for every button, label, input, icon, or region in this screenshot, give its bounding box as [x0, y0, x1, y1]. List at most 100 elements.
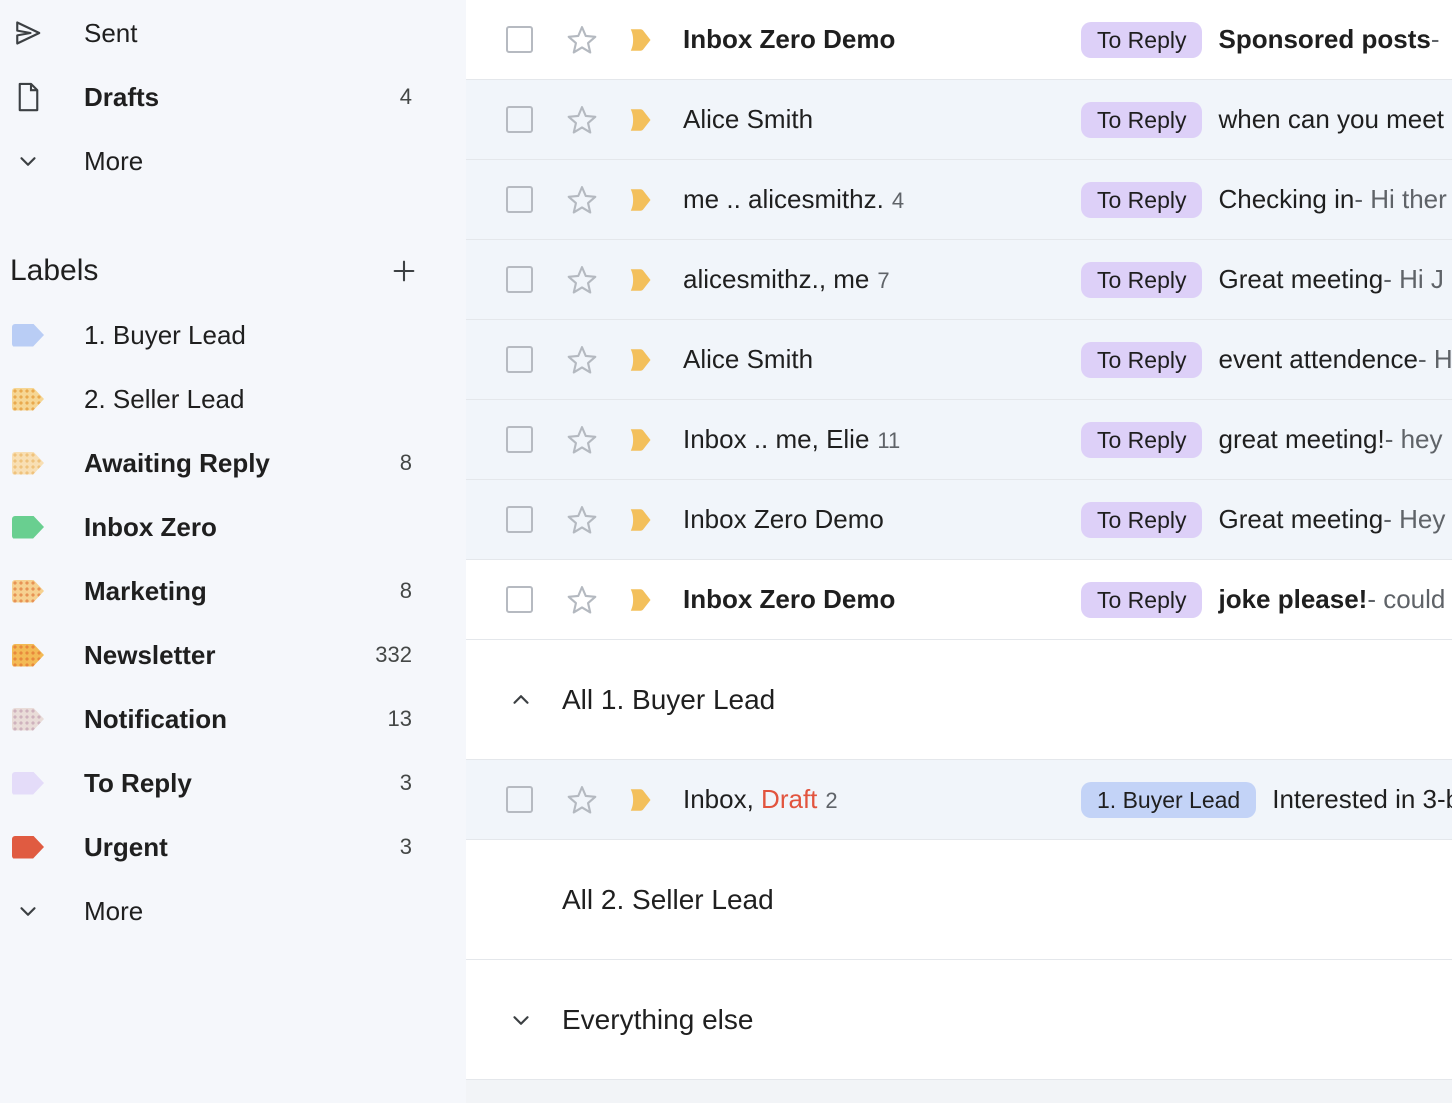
label-badge[interactable]: To Reply	[1081, 262, 1202, 298]
sender-text: Alice Smith	[683, 104, 1075, 135]
section-header-everything-else[interactable]: Everything else	[466, 960, 1452, 1080]
star-icon[interactable]	[565, 23, 599, 57]
label-badge[interactable]: To Reply	[1081, 182, 1202, 218]
sidebar-item-more[interactable]: More	[0, 129, 466, 193]
sidebar: SentDrafts4More Labels 1. Buyer Lead2. S…	[0, 0, 466, 1103]
star-icon[interactable]	[565, 183, 599, 217]
chevron-up-icon[interactable]	[508, 687, 534, 713]
star-icon[interactable]	[565, 343, 599, 377]
label-tag-shape	[12, 388, 44, 411]
row-checkbox[interactable]	[506, 266, 533, 293]
subject-text: great meeting!	[1218, 424, 1384, 455]
importance-icon[interactable]	[627, 588, 657, 612]
label-badge[interactable]: To Reply	[1081, 102, 1202, 138]
section-label: All 2. Seller Lead	[562, 884, 774, 916]
label-badge[interactable]: 1. Buyer Lead	[1081, 782, 1256, 818]
star-icon[interactable]	[565, 263, 599, 297]
sidebar-label-name: Inbox Zero	[84, 512, 412, 543]
email-row[interactable]: me .. alicesmithz.4To ReplyChecking in -…	[466, 160, 1452, 240]
sidebar-label-awaiting-reply[interactable]: Awaiting Reply8	[0, 431, 466, 495]
subject-text: when can you meet	[1218, 104, 1443, 135]
label-badge[interactable]: To Reply	[1081, 502, 1202, 538]
thread-count: 7	[877, 268, 889, 293]
row-checkbox[interactable]	[506, 26, 533, 53]
sender-text: alicesmithz., me7	[683, 264, 1075, 295]
section-label: Everything else	[562, 1004, 753, 1036]
importance-icon[interactable]	[627, 428, 657, 452]
label-tag-shape	[12, 708, 44, 731]
section-header-all-2-seller-lead[interactable]: All 2. Seller Lead	[466, 840, 1452, 960]
label-tag-icon	[12, 836, 44, 859]
sidebar-item-drafts[interactable]: Drafts4	[0, 65, 466, 129]
email-row[interactable]: Inbox Zero DemoTo ReplySponsored posts -	[466, 0, 1452, 80]
label-tag-icon	[12, 516, 44, 539]
label-tag-shape	[12, 516, 44, 539]
row-checkbox[interactable]	[506, 106, 533, 133]
sidebar-label-urgent[interactable]: Urgent3	[0, 815, 466, 879]
importance-icon[interactable]	[627, 788, 657, 812]
sender-text: Inbox .. me, Elie11	[683, 424, 1075, 455]
label-tag-icon	[12, 324, 44, 347]
email-row[interactable]: Alice SmithTo Replyevent attendence - H	[466, 320, 1452, 400]
email-row[interactable]: Inbox Zero DemoTo Replyjoke please! - co…	[466, 560, 1452, 640]
email-row[interactable]: Inbox Zero DemoTo ReplyGreat meeting - H…	[466, 480, 1452, 560]
sender-name: me .. alicesmithz.	[683, 184, 884, 214]
labels-title: Labels	[10, 254, 98, 288]
label-tag-shape	[12, 644, 44, 667]
sidebar-label-2-seller-lead[interactable]: 2. Seller Lead	[0, 367, 466, 431]
sidebar-label-notification[interactable]: Notification13	[0, 687, 466, 751]
importance-icon[interactable]	[627, 508, 657, 532]
labels-header: Labels	[0, 239, 466, 303]
sidebar-label-name: To Reply	[84, 768, 400, 799]
row-checkbox[interactable]	[506, 426, 533, 453]
snippet-text: - Hey	[1383, 504, 1445, 535]
snippet-text: - Hi ther	[1354, 184, 1446, 215]
label-badge[interactable]: To Reply	[1081, 582, 1202, 618]
star-icon[interactable]	[565, 423, 599, 457]
label-tag-icon	[12, 388, 44, 411]
section-header-all-1-buyer-lead[interactable]: All 1. Buyer Lead	[466, 640, 1452, 760]
subject-text: Great meeting	[1218, 264, 1383, 295]
chevron-down-icon[interactable]	[508, 1007, 534, 1033]
importance-icon[interactable]	[627, 268, 657, 292]
sidebar-label-name: Notification	[84, 704, 388, 735]
importance-icon[interactable]	[627, 28, 657, 52]
sidebar-nav: SentDrafts4More	[0, 1, 466, 193]
importance-icon[interactable]	[627, 348, 657, 372]
snippet-text: - H	[1418, 344, 1452, 375]
sender-name: Alice Smith	[683, 104, 813, 134]
star-icon[interactable]	[565, 583, 599, 617]
row-checkbox[interactable]	[506, 186, 533, 213]
email-row[interactable]: Inbox, Draft21. Buyer LeadInterested in …	[466, 760, 1452, 840]
importance-icon[interactable]	[627, 188, 657, 212]
label-tag-icon	[12, 452, 44, 475]
email-row[interactable]: Alice Smith To Reply when can you meet	[466, 80, 1452, 160]
row-checkbox[interactable]	[506, 786, 533, 813]
sidebar-label-newsletter[interactable]: Newsletter332	[0, 623, 466, 687]
label-tag-icon	[12, 772, 44, 795]
label-badge[interactable]: To Reply	[1081, 342, 1202, 378]
row-checkbox[interactable]	[506, 586, 533, 613]
sidebar-label-to-reply[interactable]: To Reply3	[0, 751, 466, 815]
sidebar-label-1-buyer-lead[interactable]: 1. Buyer Lead	[0, 303, 466, 367]
sidebar-label-marketing[interactable]: Marketing8	[0, 559, 466, 623]
star-icon[interactable]	[565, 783, 599, 817]
sidebar-item-more-labels[interactable]: More	[0, 879, 466, 943]
sidebar-item-sent[interactable]: Sent	[0, 1, 466, 65]
email-row[interactable]: Inbox .. me, Elie11To Reply great meeting…	[466, 400, 1452, 480]
label-badge[interactable]: To Reply	[1081, 422, 1202, 458]
add-label-button[interactable]	[390, 257, 418, 285]
row-checkbox[interactable]	[506, 506, 533, 533]
sidebar-label-count: 3	[400, 770, 412, 796]
star-icon[interactable]	[565, 103, 599, 137]
sidebar-label-inbox-zero[interactable]: Inbox Zero	[0, 495, 466, 559]
email-row[interactable]: alicesmithz., me7To ReplyGreat meeting -…	[466, 240, 1452, 320]
email-list: Inbox Zero DemoTo ReplySponsored posts -…	[466, 0, 1452, 1103]
importance-icon[interactable]	[627, 108, 657, 132]
sidebar-more-labels: More	[0, 879, 466, 943]
label-badge[interactable]: To Reply	[1081, 22, 1202, 58]
sender-text: Inbox Zero Demo	[683, 24, 1075, 55]
row-checkbox[interactable]	[506, 346, 533, 373]
star-icon[interactable]	[565, 503, 599, 537]
partial-row-strip	[466, 1080, 1452, 1103]
